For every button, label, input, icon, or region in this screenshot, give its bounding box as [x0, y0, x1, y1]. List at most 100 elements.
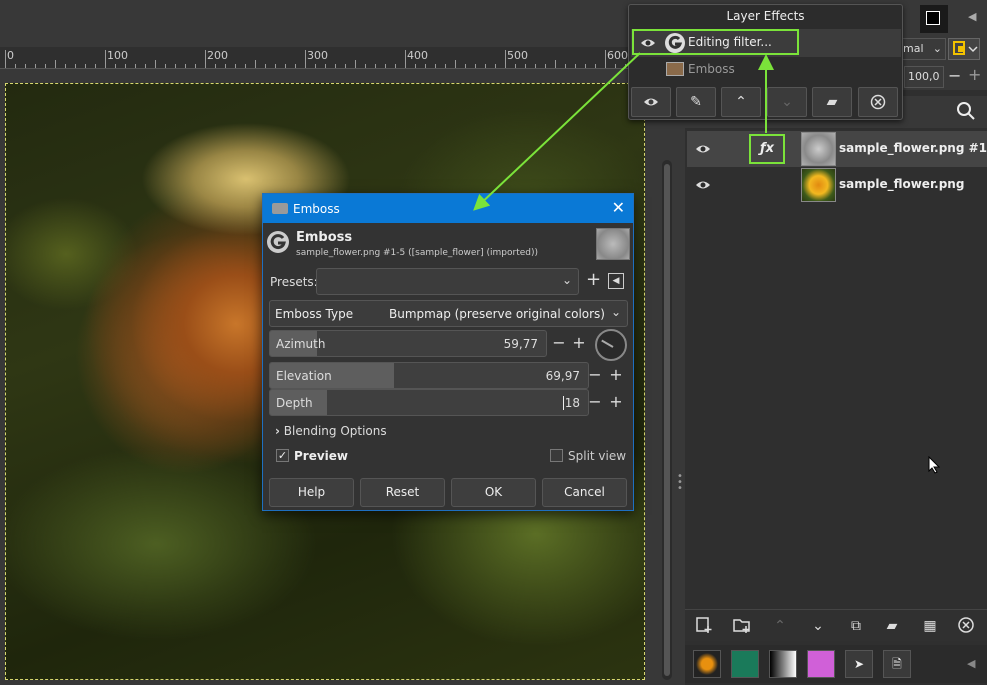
ruler-tick	[315, 64, 316, 68]
ruler-tick	[385, 64, 386, 68]
layer-effects-popover: Layer Effects Editing filter... Emboss ✎…	[628, 4, 903, 120]
edit-effect-button[interactable]: ✎	[676, 87, 716, 117]
ruler-tick	[625, 64, 626, 68]
ruler-tick	[165, 64, 166, 68]
preset-menu-icon[interactable]: ◀	[608, 273, 624, 289]
azimuth-decrement-button[interactable]: −	[549, 330, 569, 357]
depth-slider[interactable]: Depth 18	[269, 389, 589, 416]
merge-effects-button[interactable]: ▰	[812, 87, 852, 117]
close-icon[interactable]: ✕	[612, 198, 625, 217]
opacity-increment-button[interactable]: +	[968, 65, 981, 84]
azimuth-label: Azimuth	[276, 337, 326, 351]
ruler-label: 0	[7, 49, 14, 62]
toggle-visibility-button[interactable]	[631, 87, 671, 117]
layer-row[interactable]: ƒx sample_flower.png #1	[687, 131, 987, 167]
layer-effects-title: Layer Effects	[726, 9, 805, 23]
blending-options-expander[interactable]: › Blending Options	[275, 424, 387, 438]
azimuth-slider[interactable]: Azimuth 59,77	[269, 330, 547, 357]
emboss-type-combo[interactable]: Emboss Type Bumpmap (preserve original c…	[269, 300, 628, 327]
ruler-tick	[405, 50, 406, 68]
opacity-value: 100,0	[908, 70, 940, 83]
pointer-tab-icon[interactable]: ➤	[845, 650, 873, 678]
cancel-button[interactable]: Cancel	[542, 478, 627, 507]
anchor-layer-icon[interactable]: ▰	[881, 616, 903, 636]
elevation-label: Elevation	[276, 369, 332, 383]
dialog-titlebar[interactable]: Emboss ✕	[263, 194, 633, 223]
ruler-tick	[435, 64, 436, 68]
add-preset-button[interactable]: +	[586, 270, 601, 290]
ruler-tick	[545, 64, 546, 68]
layer-name[interactable]: sample_flower.png	[839, 177, 964, 191]
blending-label: Blending Options	[283, 424, 387, 438]
preview-label[interactable]: Preview	[294, 449, 348, 463]
ruler-tick	[175, 64, 176, 68]
layer-thumbnail	[801, 132, 836, 166]
layer-fx-button[interactable]: ƒx	[749, 134, 785, 164]
layer-row[interactable]: sample_flower.png	[687, 167, 987, 203]
ok-button[interactable]: OK	[451, 478, 536, 507]
depth-decrement-button[interactable]: −	[585, 389, 605, 416]
emboss-effect-icon	[666, 62, 684, 76]
raise-effect-button[interactable]: ⌃	[721, 87, 761, 117]
duplicate-layer-icon[interactable]: ⧉	[845, 616, 867, 636]
raise-layer-icon[interactable]: ⌃	[769, 616, 791, 636]
ruler-tick	[335, 64, 336, 68]
lower-layer-icon[interactable]: ⌄	[807, 616, 829, 636]
effect-row-emboss[interactable]: Emboss	[631, 57, 901, 83]
lock-alpha-icon[interactable]	[948, 38, 980, 60]
mask-layer-icon[interactable]: ▦	[919, 616, 941, 636]
opacity-decrement-button[interactable]: −	[948, 66, 961, 85]
new-group-icon[interactable]	[731, 616, 753, 636]
fg-bg-color-swatch[interactable]	[920, 5, 948, 33]
search-icon[interactable]	[956, 101, 976, 121]
ruler-tick	[75, 64, 76, 68]
opacity-field[interactable]: 100,0	[904, 66, 944, 88]
visibility-eye-icon[interactable]	[695, 142, 711, 156]
dock-menu-icon[interactable]: ◀	[967, 657, 975, 670]
gradient-tab-icon[interactable]	[769, 650, 797, 678]
layer-preview-thumbnail	[596, 228, 630, 260]
ruler-tick	[485, 64, 486, 68]
document-tab-icon[interactable]: 🗎	[883, 650, 911, 678]
elevation-increment-button[interactable]: +	[606, 362, 626, 389]
ruler-tick	[265, 64, 266, 68]
layer-mode-value: mal	[903, 42, 924, 55]
ruler-tick	[145, 64, 146, 68]
elevation-decrement-button[interactable]: −	[585, 362, 605, 389]
scrollbar-thumb[interactable]	[664, 164, 670, 676]
preview-checkbox[interactable]: ✓	[276, 449, 289, 462]
ruler-tick	[325, 64, 326, 68]
dock-menu-icon[interactable]: ◀	[968, 10, 976, 23]
visibility-eye-icon[interactable]	[695, 178, 711, 192]
new-layer-icon[interactable]	[693, 616, 715, 636]
azimuth-increment-button[interactable]: +	[569, 330, 589, 357]
ruler-tick	[395, 64, 396, 68]
presets-combo[interactable]: ⌄	[316, 268, 579, 295]
reset-button[interactable]: Reset	[360, 478, 445, 507]
ruler-label: 400	[407, 49, 428, 62]
help-button[interactable]: Help	[269, 478, 354, 507]
effect-label: Emboss	[688, 62, 735, 76]
depth-value[interactable]: 18	[562, 396, 580, 410]
layer-mode-combo[interactable]: mal ⌄	[898, 38, 946, 60]
palette-tab-icon[interactable]	[807, 650, 835, 678]
split-view-checkbox[interactable]	[550, 449, 563, 462]
image-tab-icon[interactable]	[693, 650, 721, 678]
azimuth-dial[interactable]	[595, 329, 627, 361]
ruler-tick	[55, 60, 56, 68]
layer-name[interactable]: sample_flower.png #1	[839, 141, 987, 155]
pattern-tab-icon[interactable]	[731, 650, 759, 678]
azimuth-value: 59,77	[503, 337, 538, 351]
filter-subtitle: sample_flower.png #1-5 ([sample_flower] …	[296, 248, 539, 258]
ruler-tick	[585, 64, 586, 68]
elevation-slider[interactable]: Elevation 69,97	[269, 362, 589, 389]
lower-effect-button[interactable]: ⌄	[767, 87, 807, 117]
ruler-tick	[295, 64, 296, 68]
split-view-label[interactable]: Split view	[568, 449, 626, 463]
remove-effect-button[interactable]	[858, 87, 898, 117]
depth-increment-button[interactable]: +	[606, 389, 626, 416]
dock-splitter-handle[interactable]: • • •	[677, 472, 683, 494]
ruler-tick	[305, 50, 306, 68]
ruler-tick	[65, 64, 66, 68]
delete-layer-icon[interactable]	[955, 616, 977, 636]
